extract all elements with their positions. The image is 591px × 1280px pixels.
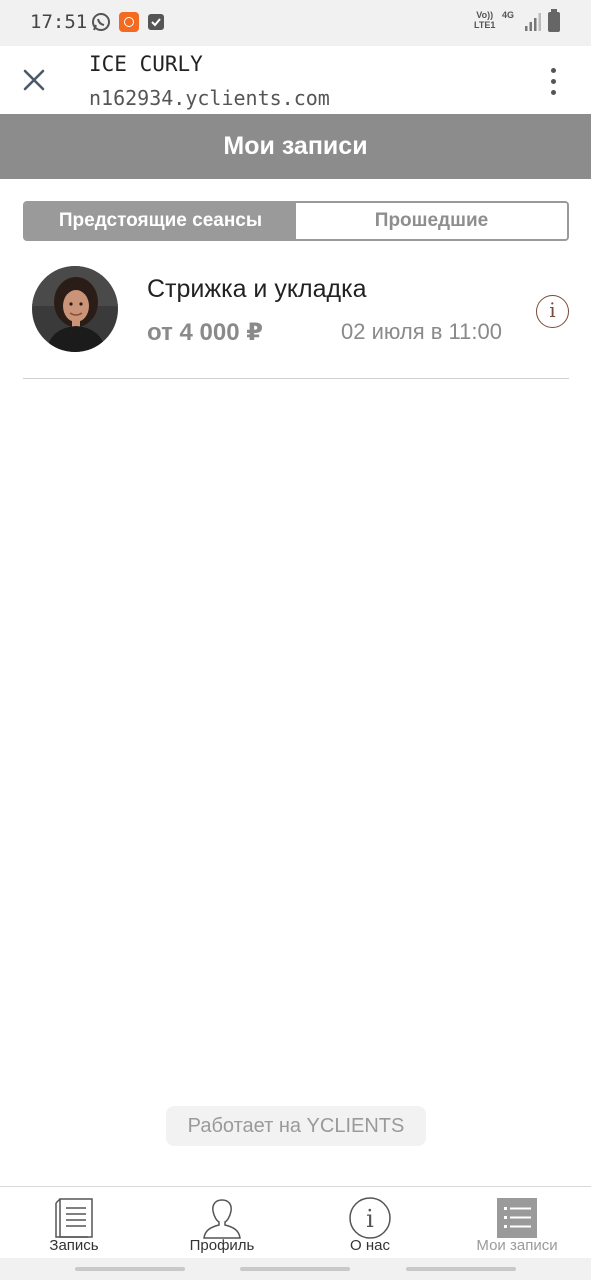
- salon-name: ICE CURLY: [89, 52, 203, 76]
- info-icon: i: [349, 1197, 391, 1239]
- nav-item-about[interactable]: i О нас: [296, 1187, 444, 1259]
- appointment-datetime: 02 июля в 11:00: [341, 319, 502, 344]
- gesture-pill-center[interactable]: [240, 1267, 350, 1271]
- tab-past[interactable]: Прошедшие: [296, 203, 567, 239]
- status-time: 17:51: [30, 11, 88, 33]
- bottom-nav: Запись Профиль i О нас Мои записи: [0, 1186, 591, 1258]
- nav-label-profile: Профиль: [189, 1237, 255, 1254]
- nav-label-booking: Запись: [49, 1237, 99, 1254]
- tab-upcoming[interactable]: Предстоящие сеансы: [25, 203, 296, 239]
- nav-label-about: О нас: [350, 1237, 390, 1254]
- signal-icon: [525, 13, 541, 31]
- battery-icon: [548, 9, 560, 32]
- appointment-item[interactable]: Стрижка и укладка от 4 000 ₽ 02 июля в 1…: [23, 255, 569, 379]
- salon-url: n162934.yclients.com: [89, 86, 330, 110]
- app-notification-icon: [119, 12, 139, 32]
- system-gesture-bar: [0, 1258, 591, 1280]
- profile-icon: [203, 1199, 241, 1239]
- nav-label-my-records: Мои записи: [476, 1237, 558, 1254]
- page-title: Мои записи: [223, 132, 368, 160]
- app-header: ICE CURLY n162934.yclients.com: [0, 46, 591, 114]
- nav-item-my-records[interactable]: Мои записи: [443, 1187, 591, 1259]
- close-icon[interactable]: [18, 64, 50, 96]
- appointments-tabs: Предстоящие сеансы Прошедшие: [23, 201, 569, 241]
- whatsapp-icon: [92, 13, 110, 31]
- network-type: 4G: [502, 10, 515, 20]
- booking-icon: [55, 1198, 93, 1238]
- master-avatar: [32, 266, 118, 352]
- check-notification-icon: [148, 14, 164, 30]
- svg-text:i: i: [366, 1205, 374, 1233]
- my-records-icon: [497, 1198, 537, 1238]
- service-name: Стрижка и укладка: [147, 275, 367, 303]
- page-title-bar: Мои записи: [0, 114, 591, 179]
- network-indicator: Vo)) LTE1: [474, 10, 496, 30]
- nav-item-profile[interactable]: Профиль: [148, 1187, 296, 1259]
- service-price: от 4 000 ₽: [147, 319, 263, 346]
- nav-item-booking[interactable]: Запись: [0, 1187, 148, 1259]
- powered-by-badge[interactable]: Работает на YCLIENTS: [166, 1106, 426, 1146]
- more-menu-icon[interactable]: [540, 66, 566, 96]
- info-icon[interactable]: i: [536, 295, 569, 328]
- gesture-pill-right[interactable]: [406, 1267, 516, 1271]
- status-bar: 17:51 Vo)) LTE1 4G: [0, 0, 591, 46]
- gesture-pill-left[interactable]: [75, 1267, 185, 1271]
